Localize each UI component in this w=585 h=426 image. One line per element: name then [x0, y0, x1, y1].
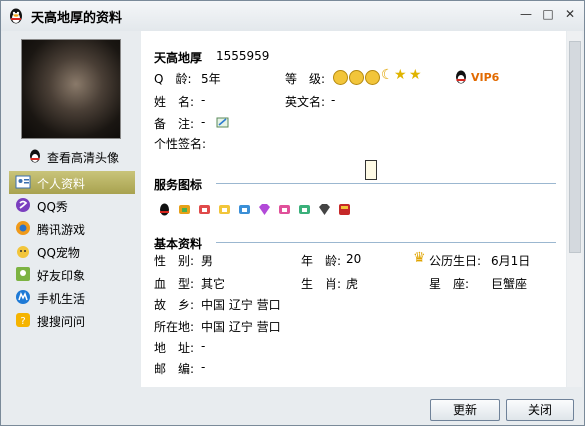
location-label: 所在地: — [154, 320, 195, 334]
sidebar-item-mobile-life[interactable]: 手机生活 — [9, 286, 135, 309]
postcode-value: - — [201, 360, 206, 374]
game-icon — [16, 221, 30, 235]
birthday-value: 6月1日 — [491, 254, 531, 268]
diamond-icon-3[interactable] — [217, 202, 232, 217]
vip-badge: VIP6 — [471, 71, 500, 84]
service-icons-title: 服务图标 — [154, 178, 203, 192]
section-divider — [216, 183, 556, 184]
qq-number: 1555959 — [216, 49, 270, 63]
sidebar-item-label: 个人资料 — [37, 177, 86, 191]
remark-label: 备 注: — [154, 117, 195, 131]
profile-window: 天高地厚的资料 — □ ✕ 查看高清头像 个人资料 QQ秀 腾讯游戏 QQ宠物 … — [0, 0, 585, 426]
sidebar-item-games[interactable]: 腾讯游戏 — [9, 217, 135, 240]
diamond-icon-2[interactable] — [197, 202, 212, 217]
scrollbar-thumb[interactable] — [569, 41, 581, 253]
pet-icon — [17, 246, 29, 258]
diamond-icon-1[interactable] — [177, 202, 192, 217]
sidebar-item-soso[interactable]: ? 搜搜问问 — [9, 309, 135, 332]
sidebar-item-label: 腾讯游戏 — [37, 223, 86, 237]
diamond-icon-4[interactable] — [237, 202, 252, 217]
nickname: 天高地厚 — [154, 51, 203, 65]
blood-type-label: 血 型: — [154, 277, 195, 291]
vertical-scrollbar[interactable] — [567, 31, 582, 387]
location-value: 中国 辽宁 营口 — [201, 320, 281, 334]
profile-card-icon — [15, 175, 31, 189]
footer-bar: 更新 关闭 — [1, 387, 584, 425]
svg-text:?: ? — [20, 316, 25, 327]
sidebar-item-label: QQ秀 — [37, 200, 68, 214]
address-label: 地 址: — [154, 341, 195, 355]
age-value: 20 — [346, 252, 362, 266]
english-name-value: - — [331, 93, 336, 107]
black-diamond-icon[interactable] — [317, 202, 332, 217]
sidebar-item-label: 好友印象 — [37, 269, 86, 283]
hometown-label: 故 乡: — [154, 298, 195, 312]
sun-level-icon — [365, 70, 380, 85]
basic-info-title: 基本资料 — [154, 237, 203, 251]
star-sign-value: 巨蟹座 — [491, 277, 528, 291]
maximize-button[interactable]: □ — [538, 6, 558, 23]
soso-ask-icon: ? — [16, 313, 30, 327]
diamond-icon-5[interactable] — [277, 202, 292, 217]
penguin-icon — [30, 149, 40, 163]
name-label: 姓 名: — [154, 95, 195, 109]
sidebar-item-profile[interactable]: 个人资料 — [9, 171, 135, 194]
profile-content: 天高地厚 1555959 Q 龄: 5年 等 级: ☾ ★ ★ VIP6 姓 名… — [141, 31, 566, 387]
mobile-life-icon — [16, 290, 30, 304]
left-panel: 查看高清头像 个人资料 QQ秀 腾讯游戏 QQ宠物 好友印象 手机生活 ? 搜搜… — [1, 31, 141, 385]
address-value: - — [201, 339, 206, 353]
purple-diamond-icon[interactable] — [257, 202, 272, 217]
q-age-value: 5年 — [201, 72, 221, 86]
sidebar-item-impression[interactable]: 好友印象 — [9, 263, 135, 286]
remark-value: - — [201, 115, 206, 129]
gender-value: 男 — [201, 254, 214, 268]
text-cursor-icon — [365, 160, 377, 180]
star-sign-label: 星 座: — [429, 277, 470, 291]
zodiac-label: 生 肖: — [301, 277, 342, 291]
age-label: 年 龄: — [301, 254, 342, 268]
game-vip-icon[interactable] — [337, 202, 352, 217]
sun-level-icon — [349, 70, 364, 85]
qq-penguin-icon — [10, 8, 22, 24]
gender-label: 性 别: — [154, 254, 195, 268]
edit-remark-icon[interactable] — [216, 116, 230, 129]
sidebar-item-label: 手机生活 — [37, 292, 86, 306]
close-button[interactable]: 关闭 — [506, 399, 574, 421]
title-bar[interactable]: 天高地厚的资料 — □ ✕ — [1, 1, 584, 31]
diamond-icon-6[interactable] — [297, 202, 312, 217]
refresh-button[interactable]: 更新 — [430, 399, 500, 421]
window-title: 天高地厚的资料 — [31, 11, 123, 26]
sidebar-nav: 个人资料 QQ秀 腾讯游戏 QQ宠物 好友印象 手机生活 ? 搜搜问问 — [9, 171, 135, 332]
impression-icon — [16, 267, 30, 281]
sidebar-item-pet[interactable]: QQ宠物 — [9, 240, 135, 263]
crown-icon: ♛ — [413, 250, 426, 266]
q-age-label: Q 龄: — [154, 72, 192, 86]
english-name-label: 英文名: — [285, 95, 326, 109]
blood-type-value: 其它 — [201, 277, 226, 291]
hometown-value: 中国 辽宁 营口 — [201, 298, 281, 312]
sun-level-icon — [333, 70, 348, 85]
sidebar-item-label: QQ宠物 — [37, 246, 80, 260]
sidebar-item-label: 搜搜问问 — [37, 315, 86, 329]
qqshow-icon — [16, 198, 30, 212]
level-label: 等 级: — [285, 72, 326, 86]
sidebar-item-qqshow[interactable]: QQ秀 — [9, 194, 135, 217]
close-window-button[interactable]: ✕ — [560, 6, 580, 23]
star-level-icon: ★ — [409, 67, 422, 83]
signature-label: 个性签名: — [154, 137, 207, 151]
name-value: - — [201, 93, 206, 107]
zodiac-value: 虎 — [346, 277, 359, 291]
star-level-icon: ★ — [394, 67, 407, 83]
birthday-label: 公历生日: — [429, 254, 482, 268]
avatar[interactable] — [21, 39, 121, 139]
postcode-label: 邮 编: — [154, 362, 195, 376]
section-divider — [216, 242, 556, 243]
vip-penguin-icon — [456, 70, 466, 84]
minimize-button[interactable]: — — [516, 6, 536, 23]
moon-level-icon: ☾ — [381, 67, 394, 83]
view-hd-avatar-label: 查看高清头像 — [47, 151, 120, 165]
qq-member-icon[interactable] — [157, 202, 172, 217]
